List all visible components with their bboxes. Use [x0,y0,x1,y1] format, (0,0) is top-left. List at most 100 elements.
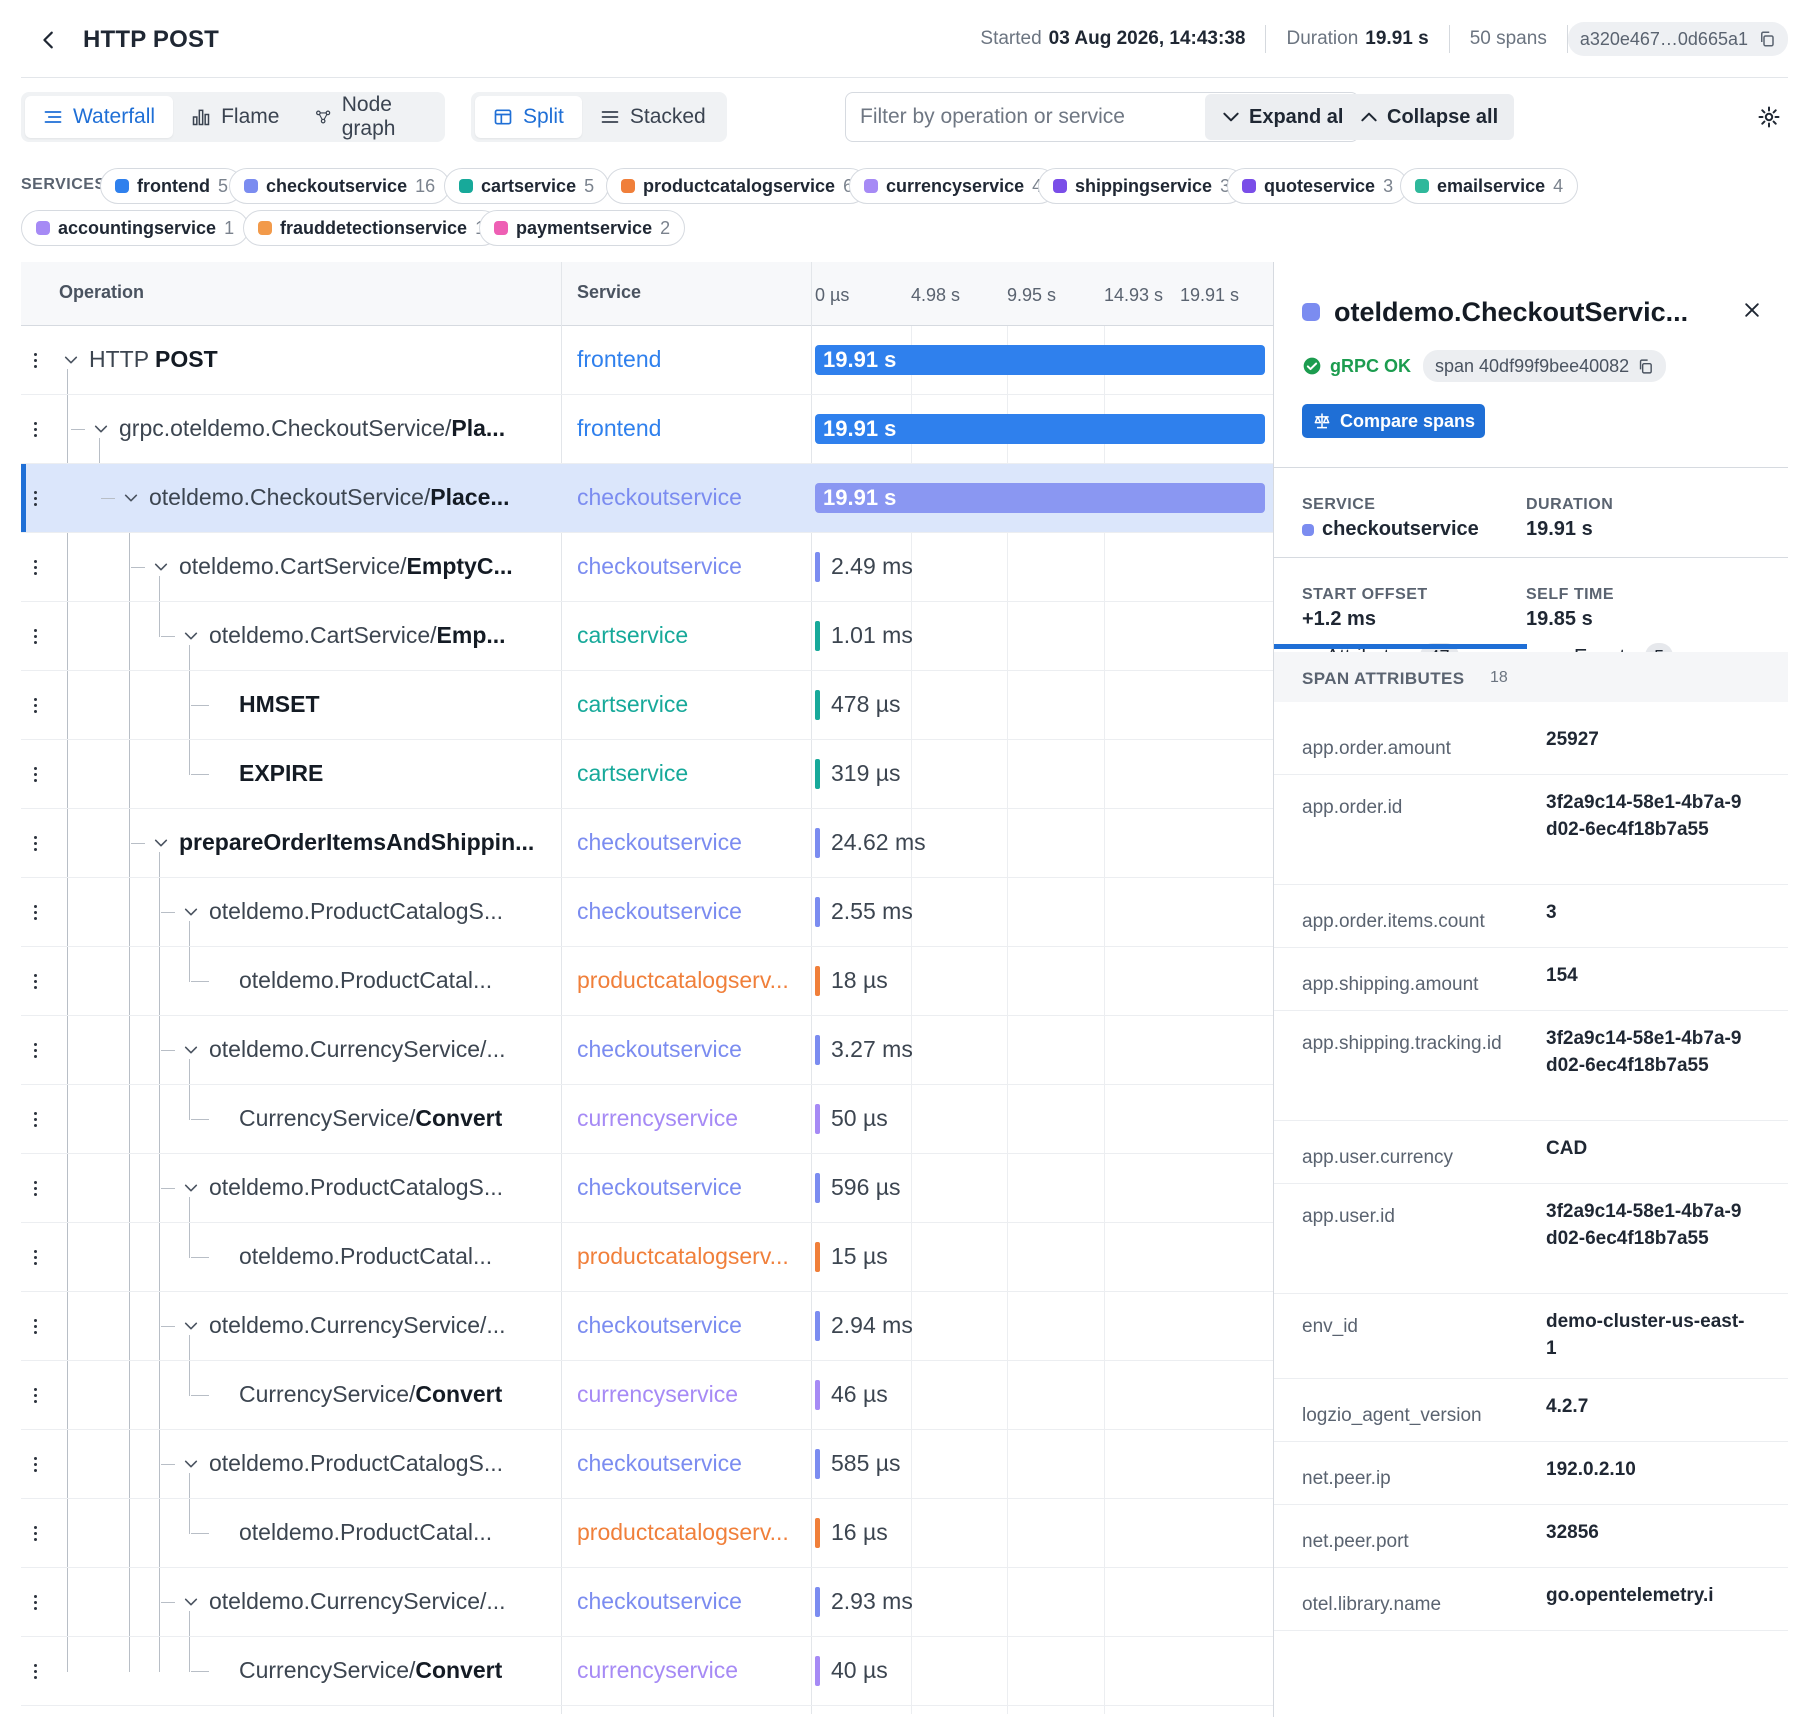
table-row[interactable]: HTTP POST frontend 19.91 s [21,326,1273,395]
table-row[interactable]: CurrencyService/Convert currencyservice 46… [21,1361,1273,1430]
row-menu-icon[interactable] [27,1245,43,1269]
service-name[interactable]: currencyservice [577,1105,809,1132]
compare-spans-button[interactable]: Compare spans [1302,404,1486,438]
table-row[interactable]: oteldemo.ProductCatalogS... checkoutservi… [21,1430,1273,1499]
table-row[interactable]: oteldemo.CartService/EmptyC... checkoutse… [21,533,1273,602]
attribute-row[interactable]: otel.library.name go.opentelemetry.i [1274,1568,1788,1631]
attribute-row[interactable]: app.shipping.amount 154 [1274,948,1788,1011]
service-name[interactable]: checkoutservice [577,553,809,580]
table-row[interactable]: oteldemo.ProductCatal... productcatalogse… [21,947,1273,1016]
copy-icon[interactable] [1637,358,1654,375]
span-bar[interactable] [815,897,820,927]
span-bar[interactable] [815,1656,820,1686]
row-menu-icon[interactable] [27,555,43,579]
service-name[interactable]: frontend [577,346,809,373]
chevron-down-icon[interactable] [179,1590,203,1614]
attribute-row[interactable]: app.order.id 3f2a9c14-58e1-4b7a-9d02-6ec4… [1274,775,1788,885]
layout-split[interactable]: Split [475,96,582,138]
row-menu-icon[interactable] [27,1659,43,1683]
settings-button[interactable] [1752,100,1786,134]
service-name[interactable]: currencyservice [577,1657,809,1684]
attribute-row[interactable]: net.peer.ip 192.0.2.10 [1274,1442,1788,1505]
span-bar[interactable]: 19.91 s [815,345,1265,375]
row-menu-icon[interactable] [27,348,43,372]
span-bar[interactable] [815,1242,820,1272]
attribute-row[interactable]: net.peer.port 32856 [1274,1505,1788,1568]
table-row[interactable]: CurrencyService/Convert currencyservice 50… [21,1085,1273,1154]
service-chip-cartservice[interactable]: cartservice 5 [444,168,610,204]
span-bar[interactable] [815,1173,820,1203]
copy-icon[interactable] [1758,30,1776,48]
row-menu-icon[interactable] [27,1383,43,1407]
span-bar[interactable] [815,1449,820,1479]
chevron-down-icon[interactable] [179,1452,203,1476]
service-name[interactable]: currencyservice [577,1381,809,1408]
table-row[interactable]: oteldemo.ProductCatalogS... checkoutservi… [21,878,1273,947]
chevron-down-icon[interactable] [149,831,173,855]
chevron-down-icon[interactable] [59,348,83,372]
chevron-down-icon[interactable] [179,1314,203,1338]
table-row[interactable]: oteldemo.ProductCatal... productcatalogse… [21,1499,1273,1568]
span-bar[interactable] [815,621,820,651]
span-bar[interactable] [815,552,820,582]
service-name[interactable]: checkoutservice [577,829,809,856]
attribute-row[interactable]: app.order.amount 25927 [1274,712,1788,775]
span-bar[interactable] [815,1104,820,1134]
chevron-down-icon[interactable] [179,1038,203,1062]
span-bar[interactable] [815,1518,820,1548]
attribute-row[interactable]: app.order.items.count 3 [1274,885,1788,948]
service-chip-frauddetectionservice[interactable]: frauddetectionservice1 [243,210,501,246]
view-flame[interactable]: Flame [173,96,297,138]
service-chip-emailservice[interactable]: emailservice 4 [1400,168,1579,204]
table-row[interactable]: oteldemo.ProductCatal... productcatalogse… [21,1223,1273,1292]
service-chip-checkoutservice[interactable]: checkoutservice 16 [229,168,451,204]
table-row[interactable]: oteldemo.CartService/Emp... cartservice 1.… [21,602,1273,671]
table-row[interactable]: oteldemo.CurrencyService/... checkoutserv… [21,1292,1273,1361]
span-bar[interactable] [815,1587,820,1617]
span-bar[interactable] [815,759,820,789]
service-name[interactable]: cartservice [577,691,809,718]
table-row[interactable]: EXPIRE cartservice 319 µs [21,740,1273,809]
service-name[interactable]: checkoutservice [577,898,809,925]
layout-stacked[interactable]: Stacked [582,96,724,138]
span-bar[interactable]: 19.91 s [815,483,1265,513]
row-menu-icon[interactable] [27,417,43,441]
close-panel-button[interactable] [1734,292,1770,328]
span-bar[interactable] [815,1311,820,1341]
row-menu-icon[interactable] [27,1038,43,1062]
attribute-row[interactable]: app.user.currency CAD [1274,1121,1788,1184]
service-name[interactable]: checkoutservice [577,1588,809,1615]
service-name[interactable]: cartservice [577,760,809,787]
service-name[interactable]: productcatalogserv... [577,1519,809,1546]
chevron-down-icon[interactable] [149,555,173,579]
service-chip-currencyservice[interactable]: currencyservice4 [849,168,1058,204]
row-menu-icon[interactable] [27,486,43,510]
chevron-down-icon[interactable] [89,417,113,441]
service-chip-paymentservice[interactable]: paymentservice 2 [479,210,686,246]
row-menu-icon[interactable] [27,1590,43,1614]
service-chip-frontend[interactable]: frontend 5 [100,168,243,204]
service-name[interactable]: checkoutservice [577,1312,809,1339]
back-button[interactable] [31,22,67,58]
expand-all-button[interactable]: Expand all [1205,94,1366,140]
chevron-down-icon[interactable] [119,486,143,510]
span-id-badge[interactable]: span 40df99f9bee40082 [1423,350,1667,382]
row-menu-icon[interactable] [27,1521,43,1545]
service-name[interactable]: frontend [577,415,809,442]
row-menu-icon[interactable] [27,1176,43,1200]
chevron-down-icon[interactable] [179,900,203,924]
row-menu-icon[interactable] [27,831,43,855]
attribute-row[interactable]: logzio_agent_version 4.2.7 [1274,1379,1788,1442]
service-chip-shippingservice[interactable]: shippingservice 3 [1038,168,1246,204]
service-name[interactable]: checkoutservice [577,484,809,511]
service-chip-accountingservice[interactable]: accountingservice 1 [21,210,250,246]
chevron-down-icon[interactable] [179,1176,203,1200]
span-bar[interactable]: 19.91 s [815,414,1265,444]
attribute-row[interactable]: app.user.id 3f2a9c14-58e1-4b7a-9d02-6ec4f… [1274,1184,1788,1294]
span-bar[interactable] [815,966,820,996]
table-row[interactable]: HMSET cartservice 478 µs [21,671,1273,740]
row-menu-icon[interactable] [27,693,43,717]
service-chip-quoteservice[interactable]: quoteservice 3 [1227,168,1409,204]
row-menu-icon[interactable] [27,1107,43,1131]
table-row[interactable]: oteldemo.CheckoutService/Place... checkou… [21,464,1273,533]
